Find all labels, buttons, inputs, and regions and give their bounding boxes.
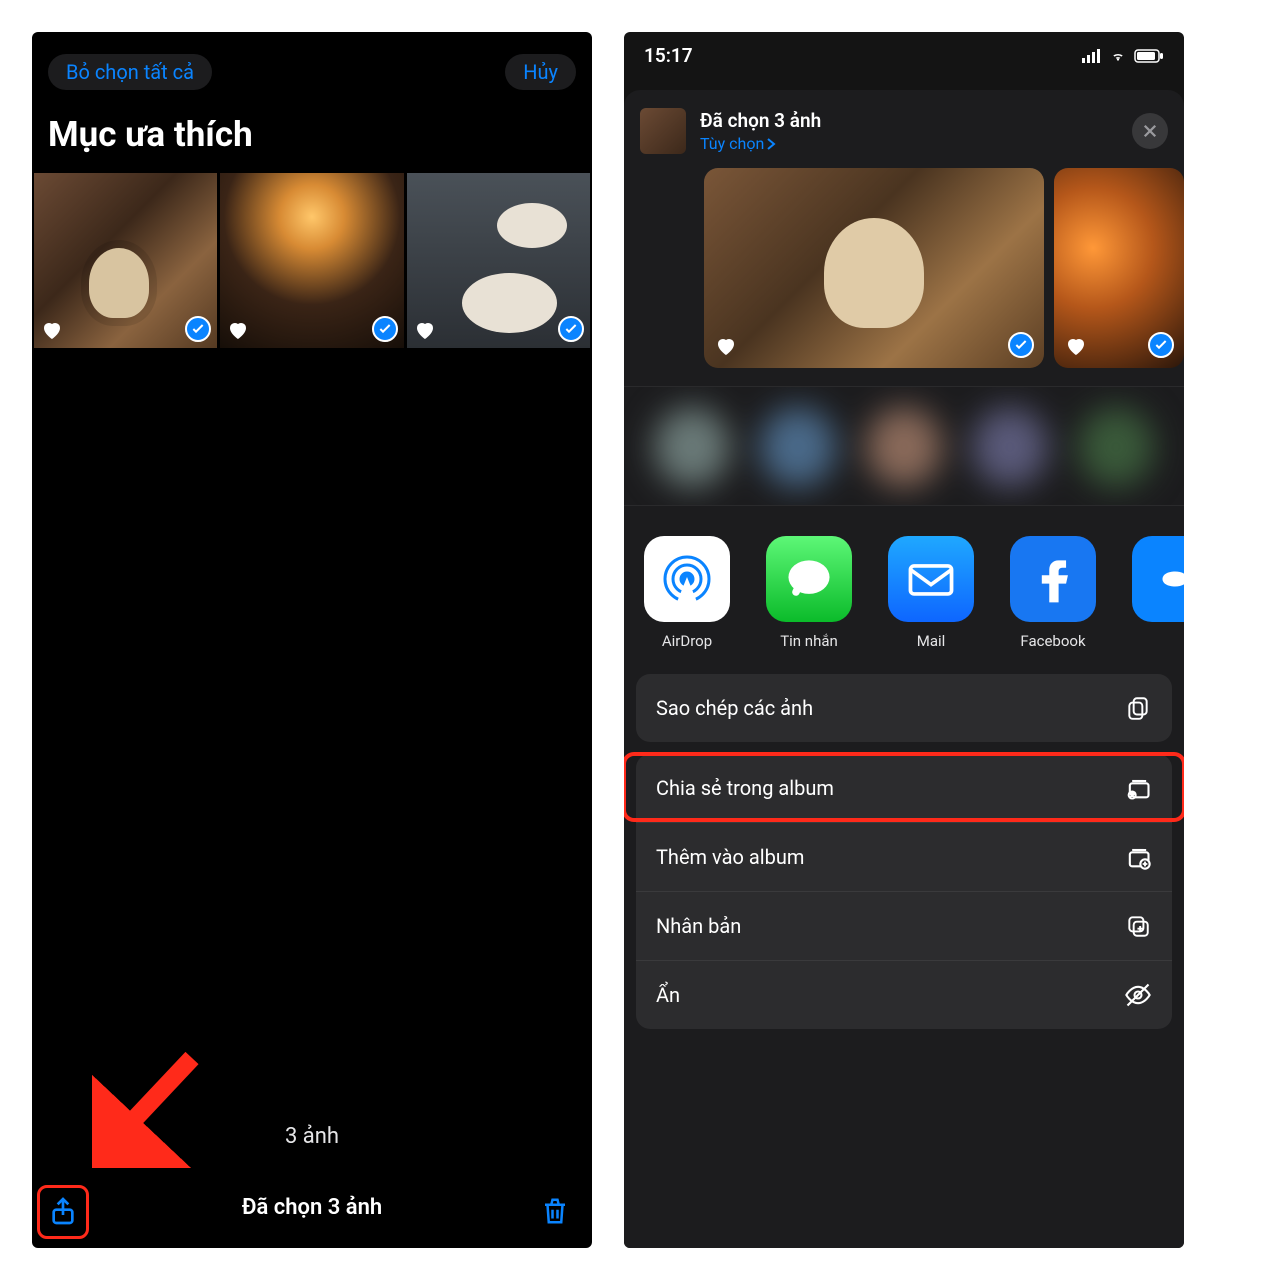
cancel-button[interactable]: Hủy [505, 54, 576, 90]
checkmark-icon [185, 316, 211, 342]
add-album-icon [1124, 843, 1152, 871]
options-link[interactable]: Tùy chọn [700, 134, 821, 153]
page-title: Mục ưa thích [32, 98, 592, 173]
apps-row: AirDrop Tin nhắn Mail Facebook [624, 506, 1184, 674]
heart-icon [413, 318, 437, 342]
airdrop-icon [644, 536, 730, 622]
status-bar: 15:17 [624, 32, 1184, 75]
selected-count-label: Đã chọn 3 ảnh [48, 1195, 576, 1220]
share-button[interactable] [44, 1192, 82, 1230]
checkmark-icon [1008, 332, 1034, 358]
cellular-icon [1082, 49, 1102, 63]
heart-icon [714, 334, 738, 358]
action-copy-photos[interactable]: Sao chép các ảnh [636, 674, 1172, 742]
photo-count-label: 3 ảnh [48, 1124, 576, 1149]
status-time: 15:17 [644, 44, 693, 67]
app-more[interactable] [1132, 536, 1184, 650]
duplicate-icon [1124, 912, 1152, 940]
sheet-title: Đã chọn 3 ảnh [700, 109, 821, 132]
photo-thumbnail[interactable] [220, 173, 403, 348]
messages-icon [766, 536, 852, 622]
top-actions: Bỏ chọn tất cả Hủy [32, 32, 592, 98]
status-icons [1082, 49, 1164, 63]
close-icon [1141, 122, 1159, 140]
photos-selection-screen: Bỏ chọn tất cả Hủy Mục ưa thích [32, 32, 592, 1248]
contacts-row[interactable] [624, 386, 1184, 506]
shared-album-icon [1124, 774, 1152, 802]
app-airdrop[interactable]: AirDrop [644, 536, 730, 650]
heart-icon [40, 318, 64, 342]
app-facebook[interactable]: Facebook [1010, 536, 1096, 650]
action-duplicate[interactable]: Nhân bản [636, 892, 1172, 961]
checkmark-icon [558, 316, 584, 342]
photo-thumbnail[interactable] [34, 173, 217, 348]
actions-list: Sao chép các ảnh Chia sẻ trong album Thê… [624, 674, 1184, 1029]
delete-button[interactable] [536, 1192, 574, 1230]
chevron-right-icon [766, 137, 776, 151]
deselect-all-button[interactable]: Bỏ chọn tất cả [48, 54, 212, 90]
share-sheet: Đã chọn 3 ảnh Tùy chọn [624, 90, 1184, 1248]
facebook-icon [1010, 536, 1096, 622]
battery-icon [1134, 49, 1164, 63]
checkmark-icon [1148, 332, 1174, 358]
copy-icon [1124, 694, 1152, 722]
sheet-header: Đã chọn 3 ảnh Tùy chọn [624, 90, 1184, 168]
app-label: AirDrop [644, 632, 730, 650]
close-button[interactable] [1132, 113, 1168, 149]
app-label: Tin nhắn [766, 632, 852, 650]
share-sheet-screen: 15:17 Đã chọn 3 ảnh Tùy chọn [624, 32, 1184, 1248]
checkmark-icon [372, 316, 398, 342]
heart-icon [1064, 334, 1088, 358]
app-mail[interactable]: Mail [888, 536, 974, 650]
heart-icon [226, 318, 250, 342]
hide-icon [1124, 981, 1152, 1009]
wifi-icon [1108, 49, 1128, 63]
action-add-to-album[interactable]: Thêm vào album [636, 823, 1172, 892]
preview-photo[interactable] [1054, 168, 1184, 368]
sheet-thumbnail [640, 108, 686, 154]
action-hide[interactable]: Ẩn [636, 961, 1172, 1029]
app-label: Mail [888, 632, 974, 650]
app-messages[interactable]: Tin nhắn [766, 536, 852, 650]
bottom-toolbar: 3 ảnh Đã chọn 3 ảnh [32, 1124, 592, 1248]
action-share-in-album[interactable]: Chia sẻ trong album [636, 754, 1172, 823]
mail-icon [888, 536, 974, 622]
app-label: Facebook [1010, 632, 1096, 650]
arrow-pointer-icon [92, 1048, 212, 1168]
photo-thumbnail[interactable] [407, 173, 590, 348]
more-app-icon [1132, 536, 1184, 622]
photo-grid [32, 173, 592, 348]
preview-row [624, 168, 1184, 368]
preview-photo[interactable] [704, 168, 1044, 368]
